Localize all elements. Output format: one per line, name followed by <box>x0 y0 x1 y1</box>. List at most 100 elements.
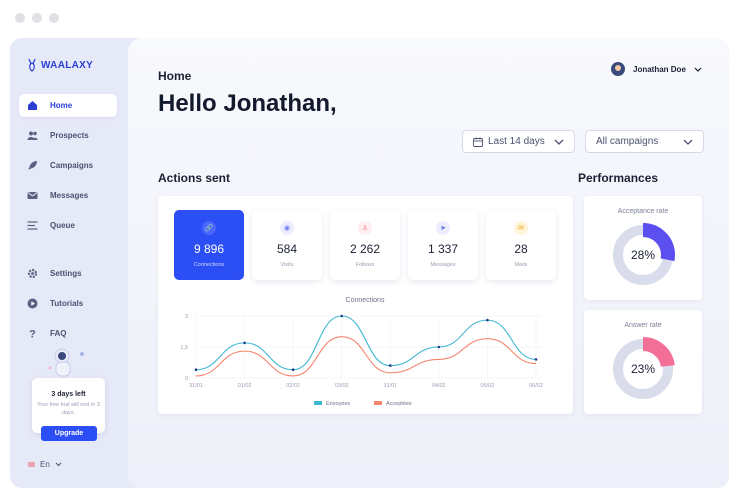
sidebar-item-tutorials[interactable]: Tutorials <box>19 292 117 315</box>
eye-icon: ◉ <box>280 221 294 235</box>
x-tick-label: 06/02 <box>529 383 543 389</box>
data-point <box>194 368 198 372</box>
donut-chart: 28% <box>611 223 675 287</box>
chevron-down-icon <box>554 139 564 145</box>
stat-label: Follows <box>355 262 375 268</box>
chevron-down-icon <box>55 462 62 467</box>
data-point <box>437 345 441 349</box>
stat-label: Connections <box>193 262 225 268</box>
stat-value: 9 896 <box>193 242 225 256</box>
home-icon <box>27 100 38 111</box>
page-breadcrumb: Home <box>158 69 192 83</box>
rocket-icon <box>27 160 38 171</box>
stat-card-follows[interactable]: ♙ 2 262 Follows <box>330 210 400 280</box>
connections-chart: Connections31,5031/01 01/02 02/02 03/02 31/0… <box>180 297 543 407</box>
stat-value: 28 <box>514 242 528 256</box>
chevron-down-icon <box>694 67 702 72</box>
sidebar-item-label: Campaigns <box>50 161 94 170</box>
x-tick-label: 03/02 <box>335 383 349 389</box>
calendar-icon <box>473 137 483 147</box>
send-icon: ➤ <box>436 221 450 235</box>
sidebar-item-queue[interactable]: Queue <box>19 214 117 237</box>
stat-label: Mails <box>514 262 528 268</box>
x-tick-label: 02/02 <box>286 383 300 389</box>
sidebar-item-messages[interactable]: Messages <box>19 184 117 207</box>
perf-label: Acceptance rate <box>617 208 669 215</box>
donut-value: 23% <box>630 362 656 376</box>
sidebar-item-label: Home <box>50 101 73 110</box>
brand-name: WAALAXY <box>41 59 94 71</box>
period-select-value: Last 14 days <box>488 136 545 147</box>
perf-card-acceptance-rate: Acceptance rate 28% <box>584 196 702 300</box>
sidebar-item-label: Prospects <box>50 131 89 140</box>
sidebar-item-home[interactable]: Home <box>19 94 117 117</box>
donut-chart: 23% <box>611 337 675 401</box>
data-point <box>243 341 246 345</box>
sidebar-item-settings[interactable]: Settings <box>19 262 117 285</box>
campaigns-select-value: All campaigns <box>596 136 659 147</box>
performances-title: Performances <box>578 171 659 185</box>
stat-value: 584 <box>276 242 298 256</box>
perf-card-answer-rate: Answer rate 23% <box>584 310 702 414</box>
stat-card-messages[interactable]: ➤ 1 337 Messages <box>408 210 478 280</box>
alien-logo-icon <box>28 58 36 72</box>
svg-text:?: ? <box>29 329 36 340</box>
y-tick-label: 3 <box>185 314 188 320</box>
series-line-envoyées <box>195 315 537 371</box>
stat-card-visits[interactable]: ◉ 584 Visits <box>252 210 322 280</box>
legend-label: Acceptées <box>386 401 412 407</box>
y-tick-label: 0 <box>185 376 188 382</box>
y-tick-label: 1,5 <box>180 345 188 351</box>
sidebar-item-campaigns[interactable]: Campaigns <box>19 154 117 177</box>
chevron-down-icon <box>683 139 693 145</box>
x-tick-label: 31/01 <box>189 383 203 389</box>
window-controls <box>15 13 59 23</box>
user-name: Jonathan Doe <box>633 64 686 74</box>
chart-title: Connections <box>346 297 385 304</box>
x-tick-label: 31/01 <box>383 383 397 389</box>
actions-title: Actions sent <box>158 171 231 185</box>
play-icon <box>27 298 38 309</box>
user-menu[interactable]: Jonathan Doe <box>611 62 702 76</box>
sidebar-item-label: FAQ <box>50 329 67 338</box>
language-selector[interactable]: En <box>28 460 62 469</box>
language-label: En <box>40 460 50 469</box>
legend-swatch <box>374 401 382 405</box>
period-select[interactable]: Last 14 days <box>462 130 575 153</box>
legend-swatch <box>314 401 322 405</box>
user-icon: ♙ <box>358 221 372 235</box>
link-icon: 🔗 <box>202 221 216 235</box>
sidebar-item-label: Settings <box>50 269 82 278</box>
stat-card-mails[interactable]: ✉ 28 Mails <box>486 210 556 280</box>
trial-card: 3 days left Your free trial will end in … <box>32 378 105 441</box>
data-point <box>388 364 392 367</box>
flag-icon <box>28 462 35 467</box>
x-tick-label: 05/02 <box>481 383 495 389</box>
stat-value: 2 262 <box>349 242 381 256</box>
app-window: WAALAXY Home Prospects Campaigns Messages Qu… <box>10 38 729 488</box>
avatar <box>611 62 625 76</box>
brand-logo[interactable]: WAALAXY <box>27 58 93 72</box>
window-dot-maximize[interactable] <box>49 13 59 23</box>
window-dot-minimize[interactable] <box>32 13 42 23</box>
x-tick-label: 04/02 <box>432 383 446 389</box>
perf-label: Answer rate <box>624 322 662 329</box>
campaigns-select[interactable]: All campaigns <box>585 130 704 153</box>
data-point <box>340 314 344 318</box>
sidebar-item-faq[interactable]: ? FAQ <box>19 322 117 345</box>
data-point <box>291 368 295 372</box>
stat-card-connections[interactable]: 🔗 9 896 Connections <box>174 210 244 280</box>
trial-title: 3 days left <box>51 391 86 398</box>
queue-icon <box>27 220 38 231</box>
sidebar: WAALAXY Home Prospects Campaigns Messages Qu… <box>10 38 128 488</box>
stat-label: Visits <box>280 262 294 268</box>
data-point <box>486 318 489 322</box>
trial-text: Your free trial will end in 3 days. <box>37 402 100 416</box>
stat-label: Messages <box>430 262 456 268</box>
window-dot-close[interactable] <box>15 13 25 23</box>
sidebar-item-prospects[interactable]: Prospects <box>19 124 117 147</box>
mail-icon: ✉ <box>514 221 528 235</box>
sidebar-item-label: Tutorials <box>50 299 84 308</box>
x-tick-label: 01/02 <box>238 383 252 389</box>
upgrade-button[interactable]: Upgrade <box>41 426 97 441</box>
